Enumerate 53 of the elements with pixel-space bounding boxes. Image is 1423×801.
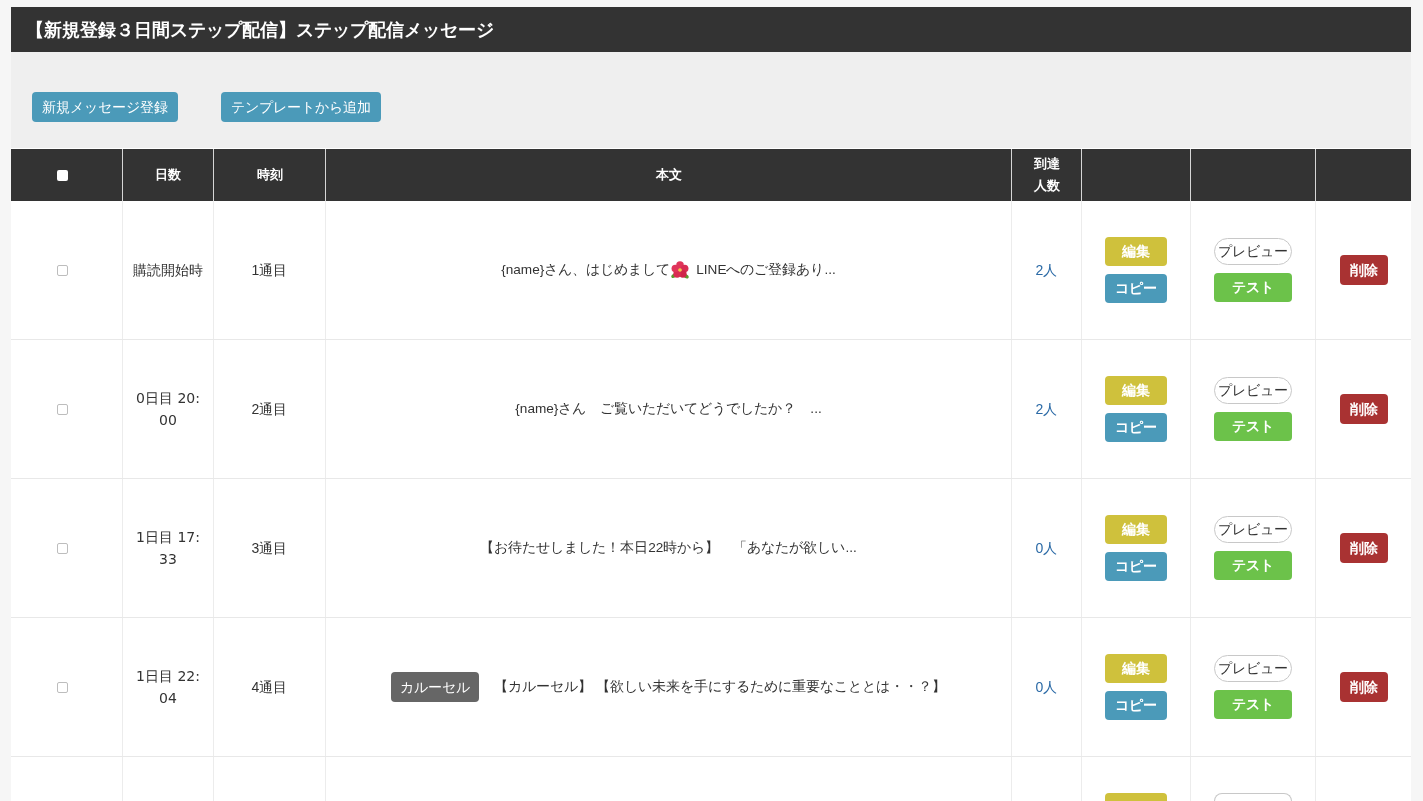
copy-button[interactable]: コピー xyxy=(1105,274,1167,303)
page-title: 【新規登録３日間ステップ配信】ステップ配信メッセージ xyxy=(26,18,494,42)
delete-button[interactable]: 削除 xyxy=(1339,533,1388,563)
carousel-tag: カルーセル xyxy=(391,672,480,702)
message-text: {name}さん、はじめまして xyxy=(501,260,671,279)
edit-button[interactable]: 編集 xyxy=(1105,515,1167,544)
message-text: 【お待たせしました！本日22時から】 「あなたが欲しい... xyxy=(480,538,857,557)
delete-button[interactable]: 削除 xyxy=(1339,672,1388,702)
row-checkbox[interactable] xyxy=(56,681,68,693)
message-text: {name}さん ご覧いただいてどうでしたか？ ... xyxy=(515,399,822,418)
column-header: 到達人数 xyxy=(1032,155,1061,195)
edit-button[interactable]: 編集 xyxy=(1105,654,1167,683)
delete-button[interactable]: 削除 xyxy=(1339,255,1388,285)
preview-button[interactable]: プレビュー xyxy=(1214,516,1292,543)
row-checkbox[interactable] xyxy=(56,403,68,415)
edit-button[interactable]: 編集 xyxy=(1105,237,1167,266)
row-checkbox[interactable] xyxy=(56,542,68,554)
toolbar-button[interactable]: テンプレートから追加 xyxy=(221,92,381,122)
reach-count-link[interactable]: 2人 xyxy=(1035,398,1058,420)
row-checkbox[interactable] xyxy=(56,264,68,276)
toolbar-button[interactable]: 新規メッセージ登録 xyxy=(32,92,178,122)
delete-button[interactable]: 削除 xyxy=(1339,394,1388,424)
message-text: LINEへのご登録あり... xyxy=(696,260,836,279)
message-number: 2通目 xyxy=(251,399,288,419)
preview-button[interactable] xyxy=(1214,793,1292,801)
edit-button[interactable]: 編集 xyxy=(1105,376,1167,405)
test-button[interactable]: テスト xyxy=(1214,412,1292,441)
message-text: 【カルーセル】 【欲しい未来を手にするために重要なこととは・・？】 xyxy=(494,677,946,696)
column-header: 時刻 xyxy=(256,166,283,184)
reach-count-link[interactable]: 2人 xyxy=(1035,259,1058,281)
message-number: 3通目 xyxy=(251,538,288,558)
delivery-day: 1日目 22:04 xyxy=(132,665,204,709)
edit-button[interactable] xyxy=(1105,793,1167,801)
preview-button[interactable]: プレビュー xyxy=(1214,238,1292,265)
message-number: 4通目 xyxy=(251,677,288,697)
test-button[interactable]: テスト xyxy=(1214,690,1292,719)
select-all-checkbox[interactable] xyxy=(56,169,68,181)
copy-button[interactable]: コピー xyxy=(1105,552,1167,581)
test-button[interactable]: テスト xyxy=(1214,551,1292,580)
message-number: 1通目 xyxy=(251,260,288,280)
test-button[interactable]: テスト xyxy=(1214,273,1292,302)
copy-button[interactable]: コピー xyxy=(1105,691,1167,720)
preview-button[interactable]: プレビュー xyxy=(1214,655,1292,682)
delivery-day: 0日目 20:00 xyxy=(132,387,204,431)
column-header: 本文 xyxy=(655,166,682,184)
preview-button[interactable]: プレビュー xyxy=(1214,377,1292,404)
column-header: 日数 xyxy=(155,166,181,184)
flower-icon xyxy=(671,261,690,279)
reach-count-link[interactable]: 0人 xyxy=(1035,537,1058,559)
delivery-day: 1日目 17:33 xyxy=(132,526,204,570)
copy-button[interactable]: コピー xyxy=(1105,413,1167,442)
delivery-day: 購読開始時 xyxy=(132,259,204,281)
reach-count-link[interactable]: 0人 xyxy=(1035,676,1058,698)
